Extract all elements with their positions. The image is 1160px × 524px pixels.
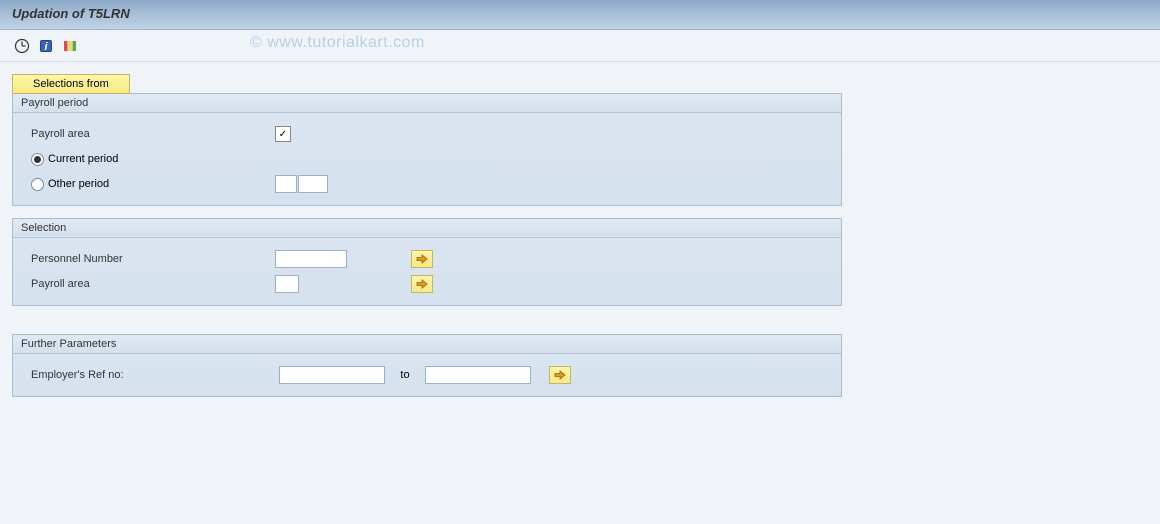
info-icon[interactable]: i (36, 36, 56, 56)
content-area: Selections from Payroll period Payroll a… (0, 62, 1160, 421)
other-period-radio[interactable] (31, 178, 44, 191)
employer-ref-from-input[interactable] (279, 366, 385, 384)
page-title: Updation of T5LRN (12, 6, 130, 21)
toolbar: i (0, 30, 1160, 62)
other-period-input-1[interactable] (275, 175, 297, 193)
employer-ref-label: Employer's Ref no: (27, 369, 279, 381)
group-selection: Selection Personnel Number Payroll area (12, 218, 842, 306)
group-header: Selection (13, 219, 841, 238)
payroll-area-checkbox[interactable]: ✓ (275, 126, 291, 142)
selections-from-label: Selections from (33, 78, 109, 90)
to-label: to (393, 369, 417, 381)
payroll-area-multi-button[interactable] (411, 275, 433, 293)
personnel-number-label: Personnel Number (27, 253, 275, 265)
execute-icon[interactable] (12, 36, 32, 56)
current-period-label: Current period (48, 153, 118, 165)
title-bar: Updation of T5LRN (0, 0, 1160, 30)
personnel-number-input[interactable] (275, 250, 347, 268)
payroll-area-label: Payroll area (27, 128, 257, 140)
payroll-area-sel-input[interactable] (275, 275, 299, 293)
group-payroll-period: Payroll period Payroll area ✓ Current pe… (12, 93, 842, 206)
arrow-right-icon (554, 370, 566, 380)
payroll-area-sel-label: Payroll area (27, 278, 275, 290)
arrow-right-icon (416, 279, 428, 289)
other-period-label: Other period (48, 178, 109, 190)
group-header: Payroll period (13, 94, 841, 113)
current-period-radio[interactable] (31, 153, 44, 166)
personnel-number-multi-button[interactable] (411, 250, 433, 268)
radio-dot-icon (34, 156, 41, 163)
other-period-input-2[interactable] (298, 175, 328, 193)
employer-ref-to-input[interactable] (425, 366, 531, 384)
variant-icon[interactable] (60, 36, 80, 56)
arrow-right-icon (416, 254, 428, 264)
employer-ref-multi-button[interactable] (549, 366, 571, 384)
selections-from-button[interactable]: Selections from (12, 74, 130, 94)
group-header: Further Parameters (13, 335, 841, 354)
group-further-parameters: Further Parameters Employer's Ref no: to (12, 334, 842, 397)
